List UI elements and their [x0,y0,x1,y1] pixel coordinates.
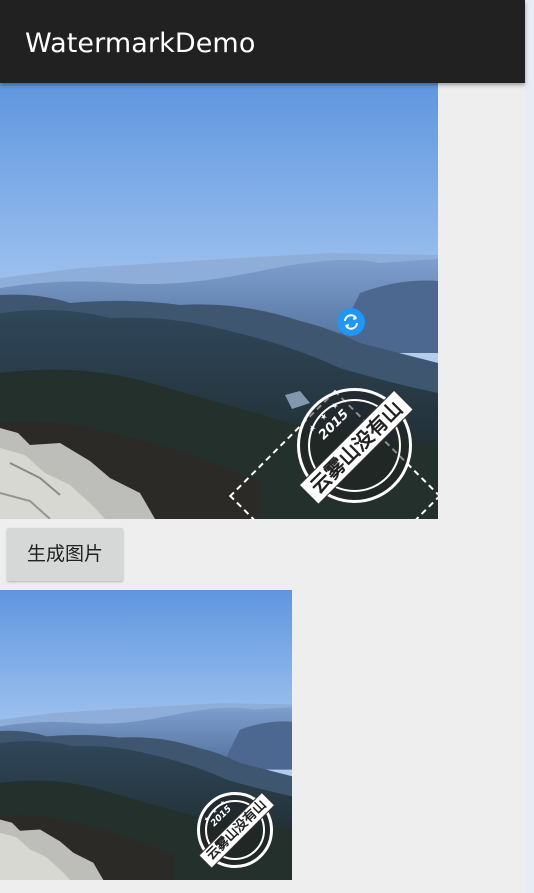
app-title: WatermarkDemo [25,28,256,59]
app-bar: WatermarkDemo [0,0,525,83]
screen-edge [525,0,534,893]
rotate-icon [344,314,358,330]
rotate-handle[interactable] [337,308,365,336]
generate-image-button[interactable]: 生成图片 [7,528,123,581]
